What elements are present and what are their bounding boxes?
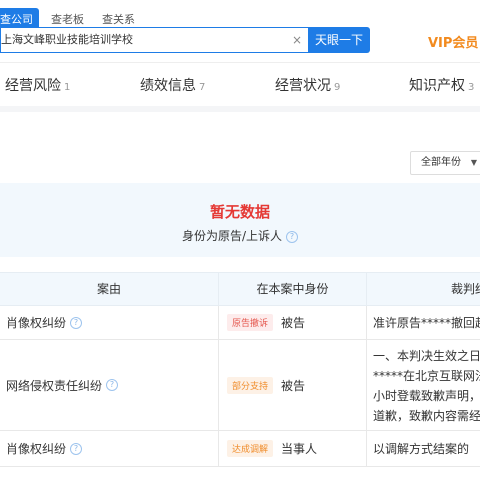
category-nav: 经营风险 1 绩效信息 7 经营状况 9 知识产权 3 xyxy=(0,75,480,97)
category-label: 经营风险 xyxy=(5,78,61,94)
table-header: 案由 在本案中身份 裁判结果 xyxy=(0,272,480,306)
category-label: 绩效信息 xyxy=(140,78,196,94)
tab-company[interactable]: 查公司 xyxy=(0,8,39,28)
cause-text: 网络侵权责任纠纷 xyxy=(6,378,103,393)
search-query: 上海文峰职业技能培训学校 xyxy=(1,33,133,46)
vip-link[interactable]: VIP会员 xyxy=(428,32,478,51)
judgment-line: 一、本判决生效之日起 xyxy=(373,349,480,363)
role-text: 被告 xyxy=(281,316,306,330)
year-filter-label: 全部年份 xyxy=(421,157,461,168)
cause-text: 肖像权纠纷 xyxy=(6,442,67,456)
role-cell: 原告撤诉 被告 xyxy=(218,306,366,339)
empty-state-title: 暂无数据 xyxy=(209,203,270,221)
help-icon[interactable]: ? xyxy=(70,316,83,329)
category-operations[interactable]: 经营状况 9 xyxy=(275,75,340,95)
category-count: 3 xyxy=(468,82,475,93)
tab-boss[interactable]: 查老板 xyxy=(45,8,90,28)
judgment-cell: 准许原告*****撤回起诉 xyxy=(366,306,480,339)
status-badge: 达成调解 xyxy=(227,440,274,457)
judgment-cell: 一、本判决生效之日起 *****在北京互联网法院 小时登载致歉声明， 道歉，致歉… xyxy=(366,340,480,430)
case-table: 案由 在本案中身份 裁判结果 肖像权纠纷? 原告撤诉被告 准许原告*****撤回… xyxy=(0,272,480,467)
table-row[interactable]: 肖像权纠纷? 达成调解 当事人 以调解方式结案的 xyxy=(0,431,480,467)
tab-relation[interactable]: 查关系 xyxy=(96,8,141,28)
cause-cell: 网络侵权责任纠纷? xyxy=(0,340,218,430)
empty-state-text: 身份为原告/上诉人 xyxy=(181,229,283,243)
category-performance[interactable]: 绩效信息 7 xyxy=(140,75,205,95)
header-role: 在本案中身份 xyxy=(218,273,366,306)
help-icon[interactable]: ? xyxy=(286,231,299,243)
judgment-line: 小时登载致歉声明， xyxy=(373,389,480,403)
cause-text: 肖像权纠纷 xyxy=(6,316,67,330)
divider xyxy=(0,62,480,63)
role-text: 被告 xyxy=(281,378,306,393)
clear-icon[interactable]: × xyxy=(292,28,302,52)
category-ip[interactable]: 知识产权 3 xyxy=(409,75,474,95)
year-filter-select[interactable]: 全部年份 ▼ xyxy=(410,151,480,175)
role-cell: 部分支持 被告 xyxy=(218,340,366,430)
judgment-line: 道歉，致歉内容需经 xyxy=(373,409,480,423)
empty-state-panel: 暂无数据 身份为原告/上诉人? xyxy=(0,183,480,257)
table-row[interactable]: 网络侵权责任纠纷? 部分支持被告 一、本判决生效之日起 *****在北京互联网法… xyxy=(0,340,480,431)
judgment-line: *****在北京互联网法院 xyxy=(373,369,480,383)
category-count: 9 xyxy=(334,82,341,93)
judgment-line: 准许原告*****撤回起诉 xyxy=(373,316,480,330)
role-text: 当事人 xyxy=(281,442,318,456)
category-label: 经营状况 xyxy=(275,78,331,94)
header-cause: 案由 xyxy=(96,282,121,296)
table-row[interactable]: 肖像权纠纷? 原告撤诉被告 准许原告*****撤回起诉 xyxy=(0,306,480,340)
category-label: 知识产权 xyxy=(409,78,465,94)
search-input[interactable]: 上海文峰职业技能培训学校 × xyxy=(0,27,308,53)
category-count: 7 xyxy=(199,82,206,93)
role-cell: 达成调解 当事人 xyxy=(218,431,366,466)
judgment-cell: 以调解方式结案的 xyxy=(366,431,480,466)
category-count: 1 xyxy=(64,82,71,93)
header-judgment: 裁判结果 xyxy=(366,273,480,306)
search-tabs: 查公司 查老板 查关系 xyxy=(0,8,147,28)
judgment-line: 以调解方式结案的 xyxy=(373,442,470,456)
category-business-risk[interactable]: 经营风险 1 xyxy=(5,75,70,95)
search-bar: 上海文峰职业技能培训学校 × 天眼一下 xyxy=(0,27,370,53)
empty-state-subtitle: 身份为原告/上诉人? xyxy=(0,227,480,244)
section-separator xyxy=(0,106,480,112)
help-icon[interactable]: ? xyxy=(106,379,119,391)
cause-cell: 肖像权纠纷? xyxy=(0,306,218,339)
help-icon[interactable]: ? xyxy=(70,442,83,455)
search-button[interactable]: 天眼一下 xyxy=(308,27,370,53)
caret-down-icon: ▼ xyxy=(470,158,477,167)
cause-cell: 肖像权纠纷? xyxy=(0,431,218,466)
status-badge: 原告撤诉 xyxy=(227,314,274,331)
status-badge: 部分支持 xyxy=(227,376,274,394)
